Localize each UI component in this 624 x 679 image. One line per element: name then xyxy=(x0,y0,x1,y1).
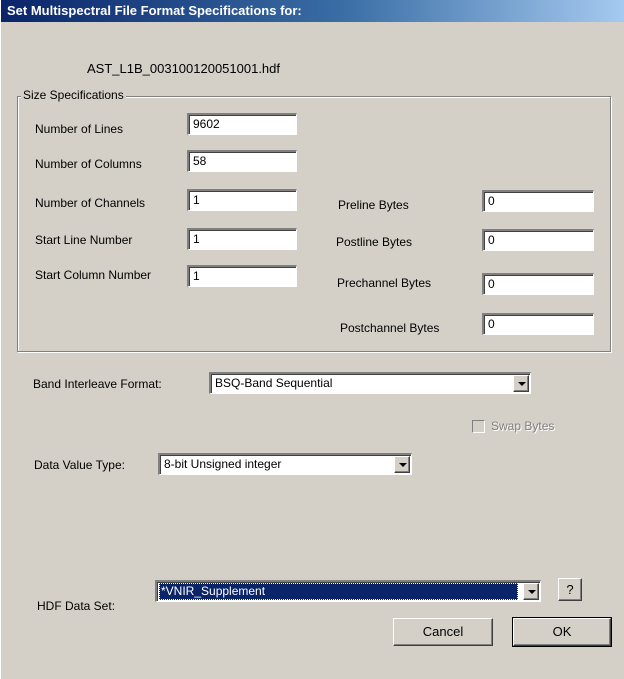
number-of-channels-value: 1 xyxy=(193,193,200,207)
prechannel-bytes-value: 0 xyxy=(488,277,495,291)
postchannel-bytes-label: Postchannel Bytes xyxy=(340,321,440,335)
preline-bytes-field[interactable]: 0 xyxy=(482,190,594,212)
help-icon: ? xyxy=(566,582,574,597)
chevron-down-icon xyxy=(518,382,526,386)
swap-bytes-label: Swap Bytes xyxy=(491,419,555,433)
number-of-columns-label: Number of Columns xyxy=(35,157,142,171)
chevron-down-icon xyxy=(399,463,407,467)
ok-button[interactable]: OK xyxy=(512,617,612,647)
postline-bytes-value: 0 xyxy=(488,233,495,247)
ok-button-label: OK xyxy=(552,624,572,639)
chevron-down-icon xyxy=(528,590,536,594)
postchannel-bytes-field[interactable]: 0 xyxy=(482,313,594,335)
start-line-number-field[interactable]: 1 xyxy=(187,228,297,250)
start-line-number-value: 1 xyxy=(193,232,200,246)
band-interleave-format-label: Band Interleave Format: xyxy=(33,377,162,391)
postline-bytes-field[interactable]: 0 xyxy=(482,229,594,251)
file-name-label: AST_L1B_003100120051001.hdf xyxy=(87,61,281,76)
size-specifications-label: Size Specifications xyxy=(21,88,126,102)
hdf-data-set-select[interactable]: *VNIR_Supplement xyxy=(155,580,541,602)
band-interleave-dropdown-button[interactable] xyxy=(513,375,529,392)
start-column-number-label: Start Column Number xyxy=(35,268,152,282)
hdf-data-set-value: *VNIR_Supplement xyxy=(159,583,518,600)
preline-bytes-label: Preline Bytes xyxy=(338,198,409,212)
data-value-type-label: Data Value Type: xyxy=(34,458,125,472)
window-title: Set Multispectral File Format Specificat… xyxy=(7,3,302,18)
swap-bytes-checkbox[interactable] xyxy=(472,420,485,433)
start-column-number-field[interactable]: 1 xyxy=(187,265,297,287)
number-of-lines-value: 9602 xyxy=(193,117,220,131)
start-line-number-label: Start Line Number xyxy=(35,233,133,247)
data-value-type-dropdown-button[interactable] xyxy=(394,456,410,473)
data-value-type-select[interactable]: 8-bit Unsigned integer xyxy=(158,453,412,475)
cancel-button-label: Cancel xyxy=(422,624,464,639)
number-of-channels-label: Number of Channels xyxy=(35,196,146,210)
band-interleave-format-value: BSQ-Band Sequential xyxy=(215,376,333,390)
number-of-lines-field[interactable]: 9602 xyxy=(187,113,297,135)
hdf-help-button[interactable]: ? xyxy=(558,578,582,601)
number-of-columns-field[interactable]: 58 xyxy=(187,150,297,172)
prechannel-bytes-field[interactable]: 0 xyxy=(482,273,594,295)
number-of-columns-value: 58 xyxy=(193,154,207,168)
postchannel-bytes-value: 0 xyxy=(488,317,495,331)
start-column-number-value: 1 xyxy=(193,269,200,283)
number-of-lines-label: Number of Lines xyxy=(35,122,124,136)
postline-bytes-label: Postline Bytes xyxy=(336,235,413,249)
hdf-data-set-label: HDF Data Set: xyxy=(37,599,116,613)
number-of-channels-field[interactable]: 1 xyxy=(187,189,297,211)
preline-bytes-value: 0 xyxy=(488,194,495,208)
cancel-button[interactable]: Cancel xyxy=(393,618,493,646)
data-value-type-value: 8-bit Unsigned integer xyxy=(164,457,282,471)
dialog-window: Set Multispectral File Format Specificat… xyxy=(0,0,624,679)
band-interleave-format-select[interactable]: BSQ-Band Sequential xyxy=(209,372,531,394)
prechannel-bytes-label: Prechannel Bytes xyxy=(337,276,432,290)
hdf-data-set-dropdown-button[interactable] xyxy=(523,583,539,600)
title-bar[interactable]: Set Multispectral File Format Specificat… xyxy=(1,0,624,22)
